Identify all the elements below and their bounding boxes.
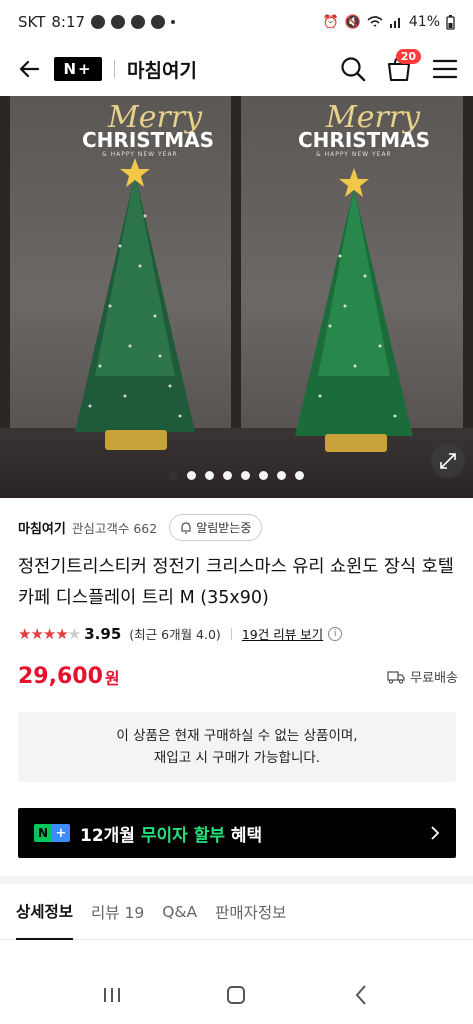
search-button[interactable] (339, 55, 367, 83)
hamburger-menu-icon (433, 59, 457, 79)
rating-divider (230, 627, 232, 640)
system-nav-bar (0, 966, 473, 1024)
status-bar: SKT 8:17 ⏰ 🔇 41% (0, 0, 473, 44)
signal-icon (389, 18, 400, 28)
info-icon[interactable]: i (328, 626, 343, 641)
notification-icon (91, 15, 106, 29)
system-back-button[interactable] (341, 975, 381, 1015)
store-info-row: 마침여기 관심고객수 662 알림받는중 (18, 514, 263, 541)
banner-text-suffix: 혜택 (224, 825, 263, 846)
unavailable-line-1: 이 상품은 현재 구매하실 수 없는 상품이며, (116, 728, 358, 744)
carousel-dot[interactable] (241, 471, 250, 480)
carousel-dot[interactable] (277, 471, 286, 480)
carousel-indicators (0, 471, 473, 480)
rating-recent: (최근 6개월 4.0) (129, 627, 221, 642)
product-title: 정전기트리스티커 정전기 크리스마스 유리 쇼윈도 장식 호텔 카페 디스플레이… (18, 557, 454, 608)
detail-tabs: 상세정보 리뷰 19 Q&A 판매자정보 (0, 884, 473, 940)
unavailable-notice: 이 상품은 현재 구매하실 수 없는 상품이며, 재입고 시 구매가 가능합니다… (18, 712, 456, 782)
carousel-dot[interactable] (223, 471, 232, 480)
product-image-carousel[interactable]: Merry CHRISTMAS & HAPPY NEW YEAR Merry C… (0, 96, 473, 498)
store-name[interactable]: 마침여기 (18, 518, 66, 537)
arrow-left-icon (19, 60, 40, 78)
expand-image-button[interactable] (431, 444, 465, 478)
mute-icon: 🔇 (344, 14, 361, 30)
price-currency: 원 (104, 668, 120, 688)
notify-button-label: 알림받는중 (196, 521, 252, 535)
search-icon (341, 57, 366, 82)
carousel-dot[interactable] (169, 471, 178, 480)
nplus-logo-plus: + (52, 824, 70, 842)
tab-reviews[interactable]: 리뷰 19 (91, 884, 144, 940)
price-row: 29,600 원 무료배송 (18, 664, 458, 689)
home-button[interactable] (216, 975, 256, 1015)
rating-value: 3.95 (84, 624, 122, 643)
nplus-store-badge[interactable]: N+ (54, 57, 102, 81)
christmas-trees-illustration (75, 158, 413, 452)
carousel-dot[interactable] (205, 471, 214, 480)
recent-apps-button[interactable] (92, 975, 132, 1015)
banner-text-prefix: 12개월 (80, 825, 141, 846)
battery-label: 41% (408, 14, 440, 30)
talk-icon (111, 15, 126, 29)
back-button[interactable] (14, 54, 44, 84)
chevron-left-icon (355, 985, 366, 1005)
carousel-dot[interactable] (295, 471, 304, 480)
carousel-dot[interactable] (187, 471, 196, 480)
tab-qna[interactable]: Q&A (162, 884, 197, 940)
tab-seller-info[interactable]: 판매자정보 (215, 884, 286, 940)
review-link[interactable]: 19건 리뷰 보기 (242, 624, 323, 643)
followers-count: 관심고객수 662 (71, 521, 158, 536)
carrier-label: SKT (18, 13, 46, 31)
shipping-info: 무료배송 (387, 667, 458, 686)
battery-icon (446, 14, 455, 30)
messenger-icon (131, 15, 146, 29)
rating-stars: ★★★★★ (18, 624, 81, 643)
installment-banner[interactable]: N + 12개월 무이자 할부 혜택 (18, 808, 456, 858)
recent-apps-icon (104, 988, 121, 1002)
nplus-logo-n: N (34, 824, 52, 842)
unavailable-line-2: 재입고 시 구매가 가능합니다. (153, 750, 321, 766)
home-icon (227, 986, 246, 1004)
alarm-icon: ⏰ (322, 14, 339, 30)
tab-details[interactable]: 상세정보 (16, 884, 74, 940)
nplus-logo: N + (34, 824, 70, 842)
bell-check-icon (181, 521, 191, 534)
store-title[interactable]: 마침여기 (127, 56, 197, 83)
menu-button[interactable] (431, 55, 459, 83)
cart-count-badge: 20 (395, 49, 421, 64)
rating-row: ★★★★★ 3.95 (최근 6개월 4.0) 19건 리뷰 보기 i (18, 624, 343, 643)
price-value: 29,600 (18, 664, 103, 689)
shipping-label: 무료배송 (410, 671, 458, 686)
clock: 8:17 (51, 13, 86, 31)
cart-button[interactable]: 20 (385, 49, 421, 83)
expand-icon (440, 453, 456, 469)
app-header: N+ 마침여기 20 (0, 44, 473, 94)
notify-button[interactable]: 알림받는중 (169, 514, 263, 541)
compass-icon (151, 15, 166, 29)
chevron-right-icon (431, 826, 440, 840)
more-notifications-icon (171, 20, 176, 24)
truck-icon (387, 670, 405, 684)
header-divider (114, 60, 115, 78)
banner-text: 12개월 무이자 할부 혜택 (80, 821, 262, 846)
wifi-icon (367, 16, 383, 27)
carousel-dot[interactable] (259, 471, 268, 480)
banner-text-highlight: 무이자 할부 (140, 825, 225, 846)
